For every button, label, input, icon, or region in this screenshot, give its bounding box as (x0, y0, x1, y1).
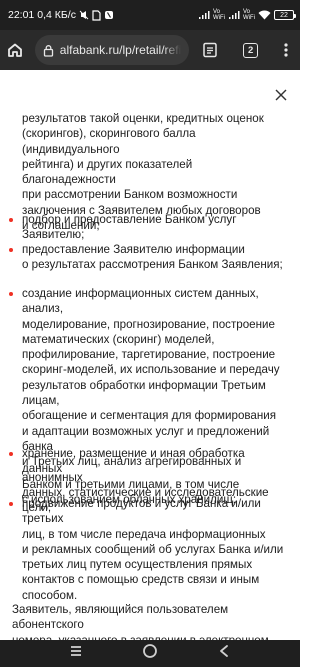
lock-icon (43, 44, 53, 57)
list-bullet (9, 502, 13, 506)
status-speed: 0,4 КБ/с (37, 9, 76, 21)
battery-indicator: 22 (274, 10, 296, 20)
sim-icon (92, 9, 101, 21)
tabs-button[interactable]: 2 (236, 30, 265, 70)
url-text: alfabank.ru/lp/retail/refi (59, 43, 182, 57)
home-icon (8, 43, 23, 57)
address-bar[interactable]: alfabank.ru/lp/retail/refi (34, 35, 190, 65)
status-bar: 22:01 0,4 КБ/с Vo WiFi Vo WiFi 22 (0, 0, 300, 30)
recents-button[interactable] (69, 644, 83, 663)
list-bullet (9, 248, 13, 252)
back-button[interactable] (217, 644, 231, 663)
list-item-text: продвижение продуктов и услуг Банка и/ил… (22, 497, 284, 602)
volte-label-2: Vo WiFi (243, 9, 255, 21)
list-item-text: подбор и предоставление Банком услуг Зая… (22, 213, 237, 242)
signal-icon-2 (228, 10, 240, 20)
status-time: 22:01 (8, 9, 35, 21)
menu-button[interactable] (271, 30, 300, 70)
reader-mode-button[interactable] (195, 30, 224, 70)
reader-mode-icon (203, 42, 217, 58)
system-navigation-bar (0, 640, 300, 667)
list-bullet (9, 218, 13, 222)
list-bullet (9, 292, 13, 296)
browser-toolbar: alfabank.ru/lp/retail/refi 2 (0, 30, 300, 70)
wifi-icon (258, 10, 271, 20)
tab-count: 2 (243, 42, 259, 58)
page-content[interactable]: результатов такой оценки, кредитных оцен… (0, 70, 300, 640)
recents-icon (71, 646, 82, 656)
back-icon (219, 645, 228, 657)
list-bullet (9, 452, 13, 456)
nav-home-button[interactable] (142, 643, 158, 664)
close-icon[interactable] (274, 88, 288, 102)
volte-label: Vo WiFi (213, 9, 225, 21)
more-vertical-icon (283, 43, 288, 57)
notification-icon (104, 10, 114, 20)
paragraph-text: Заявитель, являющийся пользователем абон… (12, 603, 269, 640)
nav-home-icon (143, 644, 157, 658)
list-item-text: предоставление Заявителю информации о ре… (22, 243, 283, 272)
signal-icon (198, 10, 210, 20)
home-button[interactable] (0, 30, 31, 70)
mute-icon (79, 10, 89, 20)
